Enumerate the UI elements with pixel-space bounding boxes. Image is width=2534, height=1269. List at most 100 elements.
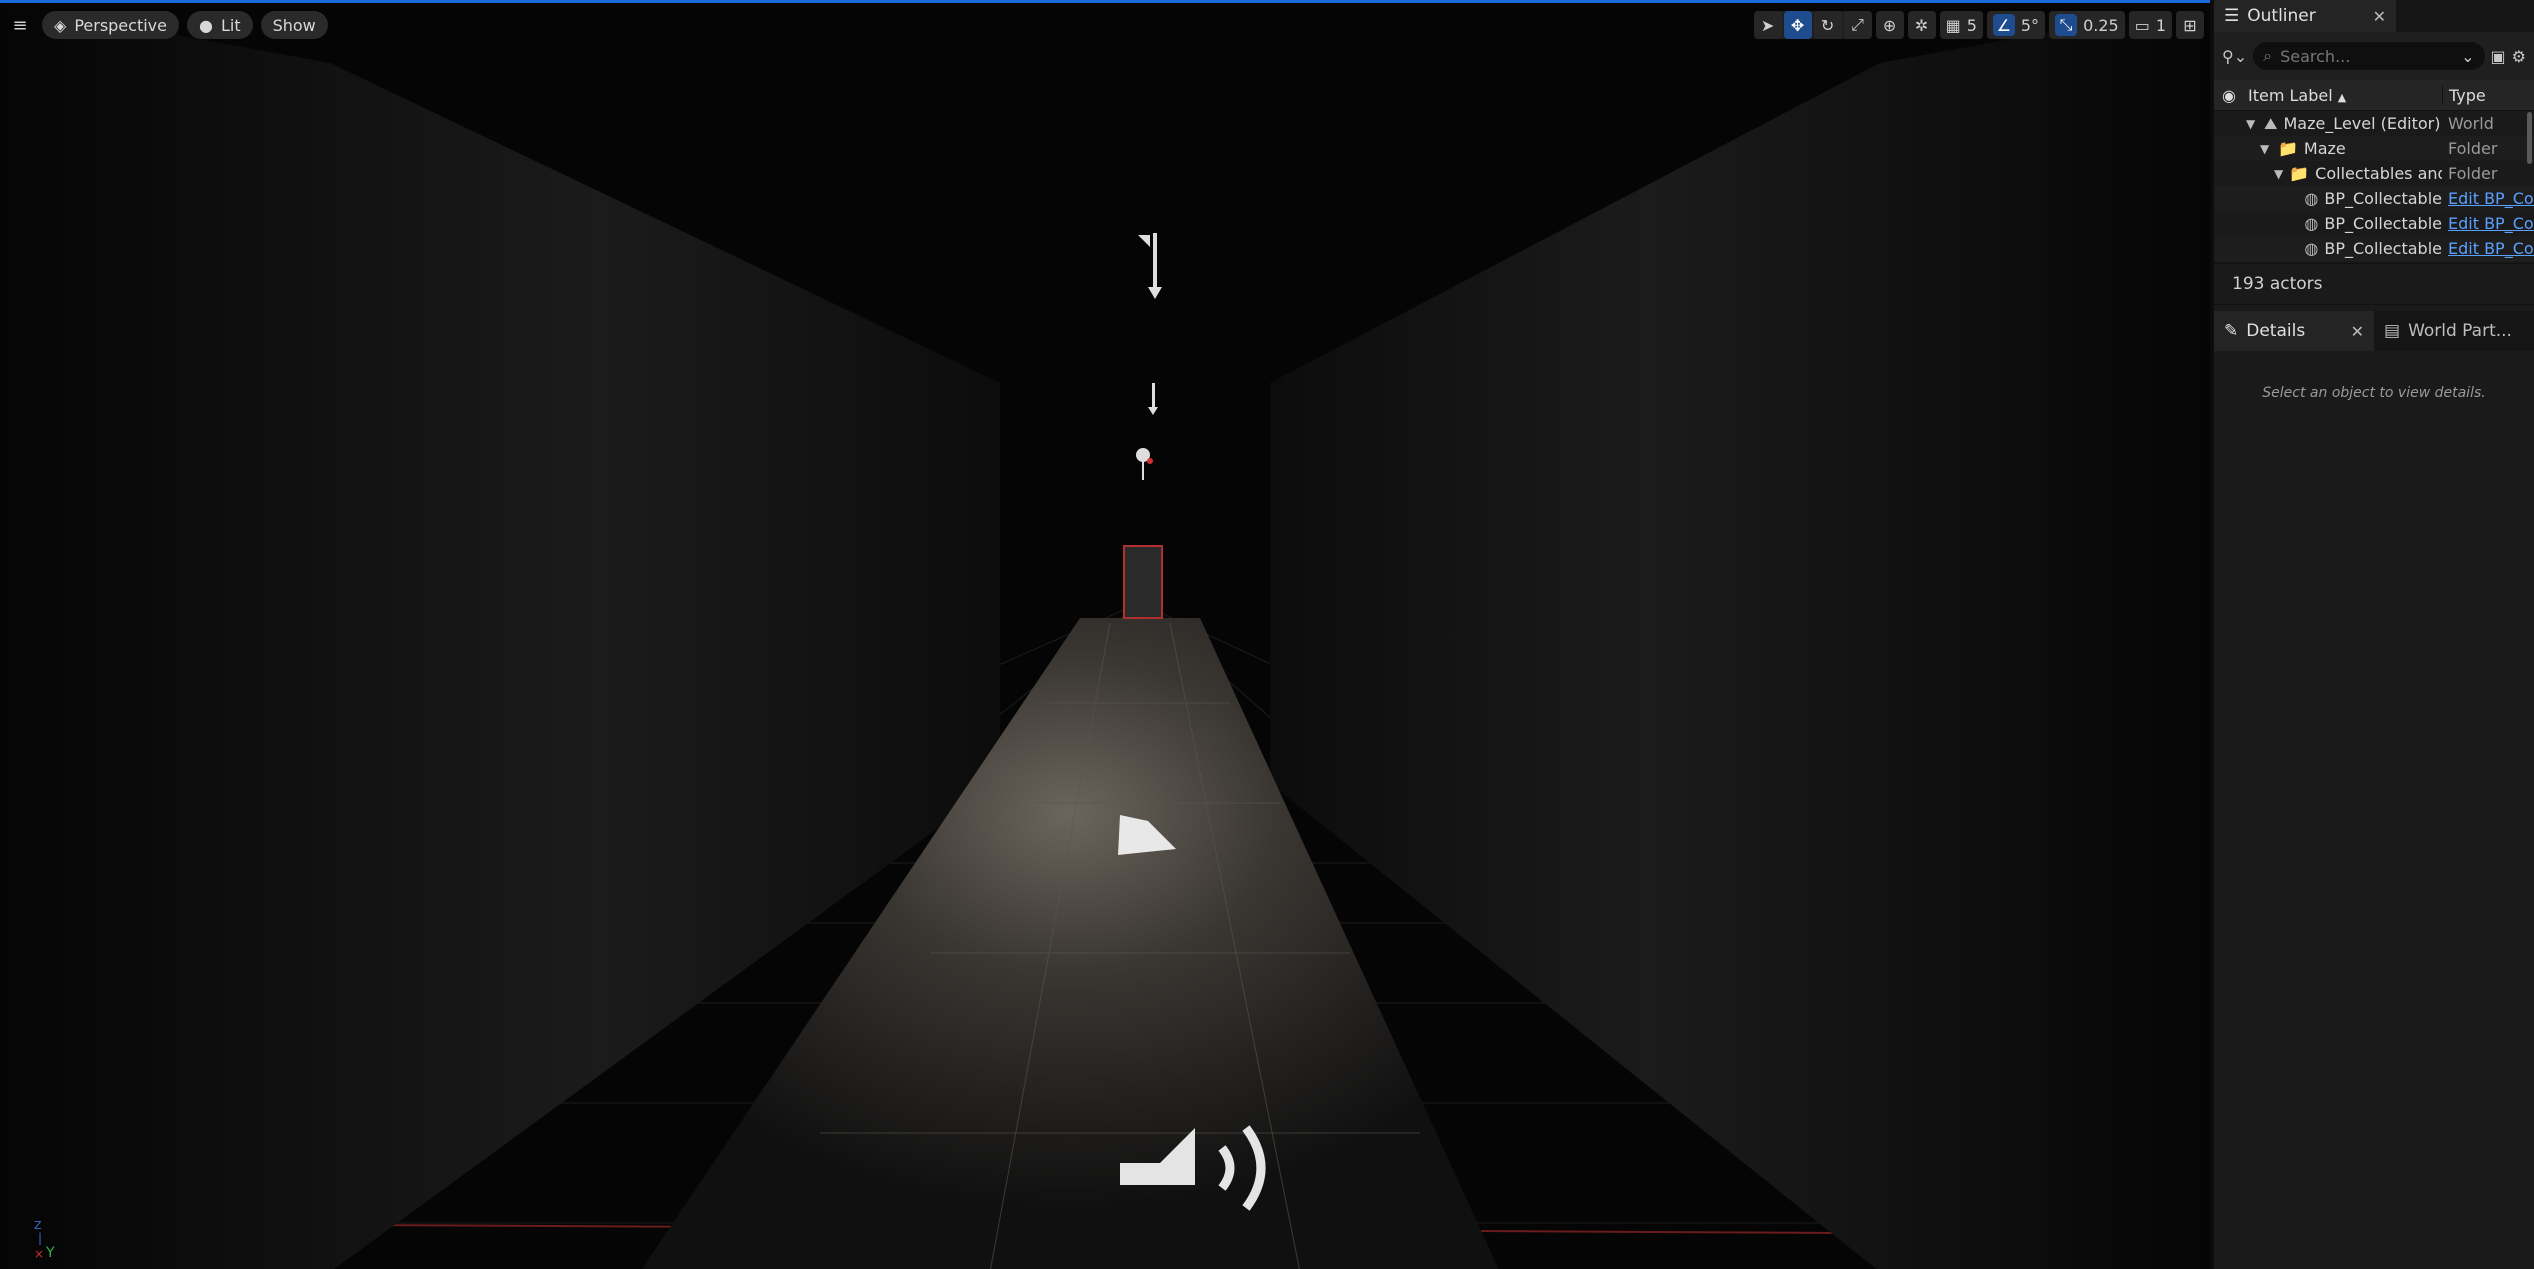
outliner-row[interactable]: ◍ BP_CollectableEdit BP_Collectable [2214, 236, 2534, 261]
edit-blueprint-link[interactable]: Edit BP_Collectable [2442, 189, 2534, 208]
column-item-label[interactable]: ◉ Item Label ▲ [2214, 86, 2442, 105]
far-door [1123, 545, 1163, 619]
chevron-down-icon[interactable]: ⌄ [2461, 47, 2474, 66]
details-tabbar: ✎ Details ✕ ▤ World Part... [2214, 311, 2534, 351]
sphere-icon: ● [198, 15, 213, 35]
outliner-row[interactable]: ◍ BP_CollectableEdit BP_Collectable [2214, 186, 2534, 211]
lighting-mode-label: Lit [220, 15, 241, 35]
viewport-menu-button[interactable]: ≡ [6, 11, 34, 39]
tab-details[interactable]: ✎ Details ✕ [2214, 311, 2374, 351]
layout-icon: ⊞ [2183, 15, 2197, 35]
rotation-snap-value: 5° [2020, 15, 2040, 35]
search-icon: ⌕ [2263, 46, 2273, 65]
column-item-label-text: Item Label [2248, 85, 2333, 105]
select-tool-button[interactable]: ➤ [1753, 11, 1782, 39]
outliner-row-label: ◍ BP_Collectable [2214, 239, 2442, 258]
level-viewport[interactable]: ≡ ◈ Perspective ● Lit Show ➤ ✥ ↻ ⤢ ⊕ ✲ ▦… [0, 0, 2210, 1269]
sort-ascending-icon: ▲ [2337, 90, 2347, 104]
outliner-row-text: BP_Collectable [2324, 189, 2442, 208]
world-partition-tab-label: World Part... [2408, 321, 2512, 341]
rotate-tool-button[interactable]: ↻ [1813, 11, 1842, 39]
outliner-scrollbar[interactable] [2527, 112, 2532, 164]
scale-snap-button[interactable]: ⤡ 0.25 [2049, 11, 2125, 39]
outliner-row-type: World [2448, 114, 2494, 133]
outliner-row-label: ▼ 📁 Maze [2214, 139, 2442, 158]
transform-tools: ➤ ✥ ↻ ⤢ [1753, 11, 1872, 39]
filter-icon[interactable]: ⚲⌄ [2222, 47, 2247, 66]
coordinate-space-button[interactable]: ⊕ [1875, 11, 1904, 39]
outliner-row-label: ◍ BP_Collectable [2214, 189, 2442, 208]
outliner-row-text: BP_Collectable [2324, 214, 2442, 233]
close-icon[interactable]: ✕ [2373, 7, 2386, 26]
outliner-row[interactable]: ◍ BP_CollectableEdit BP_Collectable [2214, 211, 2534, 236]
scale-icon: ⤢ [1851, 15, 1864, 34]
outliner-row-label: ◍ BP_Collectable [2214, 214, 2442, 233]
outliner-row-type: Folder [2448, 139, 2498, 158]
eye-icon[interactable]: ◉ [2222, 86, 2236, 105]
outliner-search-input[interactable]: ⌕ Search... ⌄ [2253, 42, 2485, 70]
globe-icon: ⊕ [1882, 15, 1897, 35]
column-type-text: Type [2449, 85, 2486, 105]
expand-arrow-icon[interactable]: ▼ [2246, 117, 2258, 131]
scale-snap-icon: ⤡ [2055, 14, 2078, 36]
gear-icon[interactable]: ⚙ [2512, 47, 2526, 66]
surface-snap-icon: ✲ [1914, 15, 1929, 35]
camera-icon: ▭ [2134, 15, 2150, 35]
world-partition-icon: ▤ [2384, 321, 2401, 341]
tab-world-partition[interactable]: ▤ World Part... [2374, 311, 2522, 351]
grid-snap-button[interactable]: ▦ 5 [1939, 11, 1983, 39]
outliner-icon: ☰ [2224, 6, 2240, 26]
move-icon: ✥ [1790, 15, 1805, 35]
axis-z-line: | [38, 1231, 43, 1245]
show-button[interactable]: Show [260, 11, 328, 39]
outliner-row-text: Maze_Level (Editor) [2283, 114, 2441, 133]
details-empty-message: Select an object to view details. [2262, 385, 2486, 401]
outliner-row[interactable]: ▼ 📁 Maze Folder [2214, 136, 2534, 161]
rotate-icon: ↻ [1820, 15, 1835, 35]
angle-icon: ∠ [1992, 14, 2015, 36]
right-panel: ☰ Outliner ✕ ⚲⌄ ⌕ Search... ⌄ ▣ ⚙ ◉ Item… [2212, 0, 2534, 1269]
outliner-tabbar: ☰ Outliner ✕ [2214, 0, 2534, 32]
outliner-rows: ▼ ⛰ Maze_Level (Editor) World ▼ 📁 Maze Folder ▼ 📁… [2214, 111, 2534, 263]
outliner-header: ◉ Item Label ▲ Type [2214, 80, 2534, 111]
axis-x-mark: × [34, 1247, 45, 1261]
camera-speed-button[interactable]: ▭ 1 [2128, 11, 2172, 39]
axis-y-label: Y [46, 1245, 55, 1261]
rotation-snap-button[interactable]: ∠ 5° [1986, 11, 2046, 39]
viewport-layout-button[interactable]: ⊞ [2176, 11, 2204, 39]
edit-blueprint-link[interactable]: Edit BP_Collectable [2442, 239, 2534, 258]
outliner-title: Outliner [2247, 6, 2316, 26]
translate-tool-button[interactable]: ✥ [1783, 11, 1812, 39]
grid-snap-value: 5 [1966, 15, 1977, 35]
outliner-row-text: BP_Collectable [2324, 239, 2442, 258]
folder-icon: 📁 [2289, 164, 2310, 183]
add-folder-icon[interactable]: ▣ [2491, 47, 2506, 66]
actor-icon: ◍ [2304, 189, 2319, 208]
outliner-row-type: Folder [2448, 164, 2498, 183]
world-icon: ⛰ [2264, 113, 2278, 133]
lighting-mode-button[interactable]: ● Lit [186, 11, 253, 39]
outliner-row-text: Collectables and [2315, 164, 2442, 183]
outliner-row-text: Maze [2303, 139, 2346, 158]
view-mode-button[interactable]: ◈ Perspective [42, 11, 179, 39]
viewport-toolbar-left: ≡ ◈ Perspective ● Lit Show [6, 11, 328, 39]
pencil-icon: ✎ [2224, 321, 2239, 341]
actor-icon: ◍ [2304, 239, 2319, 258]
edit-blueprint-link[interactable]: Edit BP_Collectable [2442, 214, 2534, 233]
scale-tool-button[interactable]: ⤢ [1843, 11, 1872, 39]
folder-icon: 📁 [2278, 139, 2298, 158]
expand-arrow-icon[interactable]: ▼ [2260, 142, 2272, 156]
outliner-filter-row: ⚲⌄ ⌕ Search... ⌄ ▣ ⚙ [2214, 32, 2534, 80]
tab-outliner[interactable]: ☰ Outliner ✕ [2214, 0, 2396, 32]
view-mode-label: Perspective [74, 15, 167, 35]
expand-arrow-icon[interactable]: ▼ [2274, 167, 2283, 181]
close-icon[interactable]: ✕ [2351, 322, 2364, 341]
surface-snap-button[interactable]: ✲ [1907, 11, 1936, 39]
show-label: Show [272, 15, 316, 35]
outliner-row[interactable]: ▼ ⛰ Maze_Level (Editor) World [2214, 111, 2534, 136]
actor-icon: ◍ [2304, 214, 2319, 233]
outliner-row[interactable]: ▼ 📁 Collectables and Folder [2214, 161, 2534, 186]
column-type[interactable]: Type [2442, 85, 2534, 105]
corridor-scene [0, 3, 2210, 1269]
cursor-icon: ➤ [1760, 15, 1775, 35]
